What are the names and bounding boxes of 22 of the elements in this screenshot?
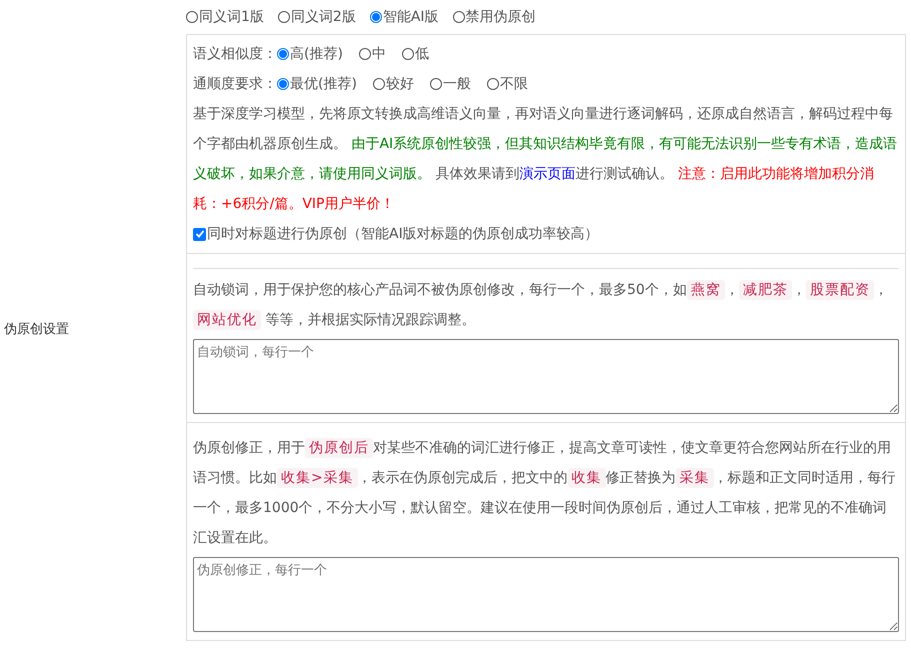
radio-option[interactable]: 高(推荐) <box>277 39 343 69</box>
radio-option[interactable]: 不限 <box>486 69 528 99</box>
radio-option[interactable]: 禁用伪原创 <box>452 8 536 26</box>
radio-option[interactable]: 同义词1版 <box>186 8 264 26</box>
lock-words-field[interactable]: 自动锁词，每行一个 <box>193 339 899 414</box>
radio-option[interactable]: 中 <box>358 39 386 69</box>
setting-label: 通顺度要求： <box>193 75 277 94</box>
corrections-field[interactable]: 伪原创修正，每行一个 <box>193 557 899 632</box>
radio-option[interactable]: 同义词2版 <box>278 8 356 26</box>
section-label: 伪原创设置 <box>3 321 69 338</box>
check-icon <box>194 229 204 239</box>
radio-option[interactable]: 较好 <box>372 69 414 99</box>
radio-option[interactable]: 最优(推荐) <box>277 69 357 99</box>
radio-option[interactable]: 一般 <box>430 69 471 99</box>
radio-option[interactable]: 智能AI版 <box>370 8 439 26</box>
lock-words-description: 自动锁词，用于保护您的核心产品词不被伪原创修改，每行一个，最多50个，如 燕窝 ， 减肥茶 ， 股票配资 ， 网站优化 等等，并根据实际情况跟踪调整。 <box>193 279 889 332</box>
description-text: 基于深度学习模型，先将原文转换成高维语义向量，再对语义向量进行逐词解码，还原成自然语言，解码过程中每个字都由机器原创生成。 由于AI系统原创性较强，但其知识结构毕竟有限，有可能无法识别一些专有术语，造成语义破坏，如果介意，请使用同义词版。 具体效果请到演示页面进行测试确认。 注意：启用此功能将增加积分消耗：+6积分/篇。VIP用户半价！ <box>193 105 898 214</box>
radio-option[interactable]: 低 <box>402 39 429 69</box>
demo-page-link[interactable]: 演示页面 <box>519 166 576 182</box>
title-checkbox[interactable]: 同时对标题进行伪原创（智能AI版对标题的伪原创成功率较高） <box>193 219 899 249</box>
corrections-description: 伪原创修正，用于 伪原创后 对某些不准确的词汇进行修正，提高文章可读性，使文章更符合您网站所在行业的用语习惯。比如 收集>采集 ，表示在伪原创完成后，把文中的 收集 修正替换为 采集 ，标题和正文同时适用，每行一个，最多1000个，不分大小写，默认留空。建议在使用一段时间伪原创后，通过人工审核，把常见的不准确词汇设置在此。 <box>193 437 897 548</box>
setting-label: 语义相似度： <box>193 45 277 64</box>
